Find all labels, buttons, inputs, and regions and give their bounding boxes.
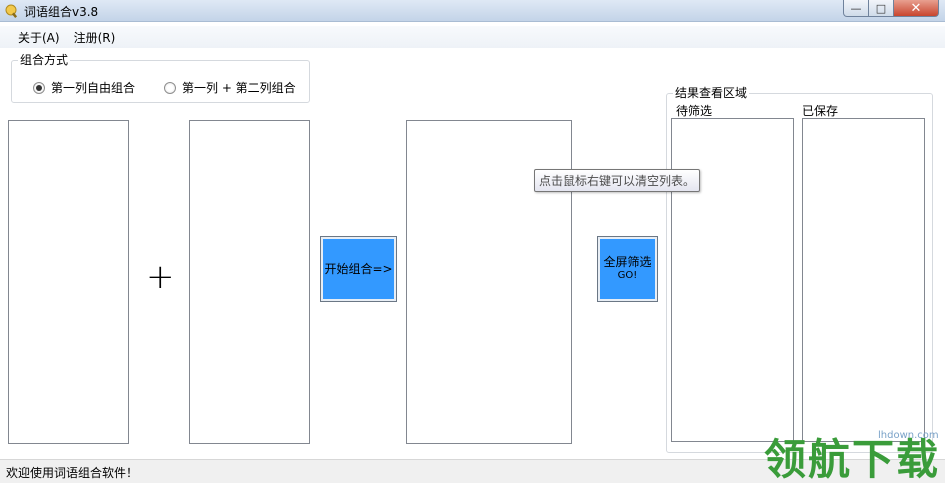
mode-group-title: 组合方式	[18, 53, 71, 67]
radio-circle[interactable]	[164, 81, 176, 94]
column2-listbox[interactable]	[189, 120, 310, 444]
radio-circle-checked[interactable]	[33, 81, 45, 94]
app-icon	[5, 4, 18, 18]
radio-first-plus-second[interactable]: 第一列 + 第二列组合	[164, 79, 296, 96]
saved-label: 已保存	[802, 104, 839, 118]
window-title: 词语组合v3.8	[24, 5, 99, 19]
minimize-button[interactable]: —	[843, 0, 869, 17]
window-controls: — □ ✕	[843, 0, 939, 18]
plus-sign: +	[146, 257, 175, 297]
mode-groupbox: 组合方式 第一列自由组合 第一列 + 第二列组合	[11, 53, 310, 103]
saved-listbox[interactable]	[802, 118, 925, 442]
maximize-button[interactable]: □	[869, 0, 894, 17]
radio-label: 第一列自由组合	[51, 81, 136, 95]
close-button[interactable]: ✕	[894, 0, 939, 17]
watermark-text: 领航下载	[764, 435, 941, 484]
filter-go-label: GO!	[617, 270, 638, 281]
results-group-title: 结果查看区域	[673, 86, 750, 100]
title-bar[interactable]: 词语组合v3.8 — □ ✕	[0, 0, 945, 22]
menu-register[interactable]: 注册(R)	[68, 29, 122, 46]
watermark: lhdown.com 领航下载	[760, 422, 945, 484]
start-combine-button[interactable]: 开始组合=>	[320, 236, 397, 302]
start-combine-label: 开始组合=>	[324, 261, 393, 276]
menu-about[interactable]: 关于(A)	[12, 29, 66, 46]
pending-listbox[interactable]	[671, 118, 794, 442]
pending-label: 待筛选	[676, 104, 713, 118]
status-text: 欢迎使用词语组合软件！	[6, 466, 139, 480]
menu-bar: 关于(A) 注册(R)	[0, 26, 945, 48]
fullscreen-filter-button[interactable]: 全屏筛选 GO!	[597, 236, 658, 302]
column1-listbox[interactable]	[8, 120, 129, 444]
radio-first-column-free[interactable]: 第一列自由组合	[33, 79, 135, 96]
filter-label: 全屏筛选	[603, 255, 652, 269]
window-client: 关于(A) 注册(R) 组合方式 第一列自由组合 第一列 + 第二列组合 + 开…	[0, 22, 945, 485]
radio-label: 第一列 + 第二列组合	[182, 81, 296, 95]
tooltip: 点击鼠标右键可以清空列表。	[534, 169, 701, 192]
